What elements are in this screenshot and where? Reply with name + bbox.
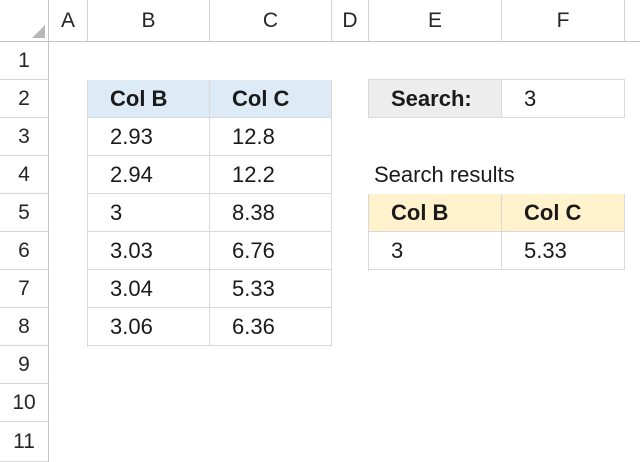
select-all-triangle-icon [32, 25, 45, 38]
column-header-c[interactable]: C [210, 0, 332, 42]
table-cell-c5[interactable]: 8.38 [210, 194, 332, 232]
column-header-d[interactable]: D [332, 0, 369, 42]
row-header-2[interactable]: 2 [0, 80, 49, 118]
column-header-b[interactable]: B [88, 0, 210, 42]
row-header-1[interactable]: 1 [0, 42, 49, 80]
table-cell-b4[interactable]: 2.94 [88, 156, 210, 194]
data-header-col-b[interactable]: Col B [88, 80, 210, 118]
search-value-cell[interactable]: 3 [502, 80, 625, 118]
results-header-col-b[interactable]: Col B [369, 194, 502, 232]
data-header-col-c[interactable]: Col C [210, 80, 332, 118]
row-header-10[interactable]: 10 [0, 384, 49, 422]
row-header-7[interactable]: 7 [0, 270, 49, 308]
select-all-corner[interactable] [0, 0, 49, 42]
table-cell-c8[interactable]: 6.36 [210, 308, 332, 346]
column-header-f[interactable]: F [502, 0, 625, 42]
table-cell-c4[interactable]: 12.2 [210, 156, 332, 194]
row-header-3[interactable]: 3 [0, 118, 49, 156]
table-cell-b3[interactable]: 2.93 [88, 118, 210, 156]
row-header-8[interactable]: 8 [0, 308, 49, 346]
table-cell-c6[interactable]: 6.76 [210, 232, 332, 270]
table-cell-b6[interactable]: 3.03 [88, 232, 210, 270]
row-header-11[interactable]: 11 [0, 422, 49, 462]
column-header-next[interactable] [625, 0, 640, 42]
row-header-9[interactable]: 9 [0, 346, 49, 384]
table-cell-b7[interactable]: 3.04 [88, 270, 210, 308]
search-label: Search: [369, 80, 502, 118]
results-cell-f6[interactable]: 5.33 [502, 232, 625, 270]
table-cell-b8[interactable]: 3.06 [88, 308, 210, 346]
results-cell-e6[interactable]: 3 [369, 232, 502, 270]
search-results-title: Search results [374, 162, 515, 187]
table-cell-c7[interactable]: 5.33 [210, 270, 332, 308]
results-header-col-c[interactable]: Col C [502, 194, 625, 232]
row-header-6[interactable]: 6 [0, 232, 49, 270]
column-header-a[interactable]: A [49, 0, 88, 42]
row-header-5[interactable]: 5 [0, 194, 49, 232]
column-header-e[interactable]: E [369, 0, 502, 42]
table-cell-b5[interactable]: 3 [88, 194, 210, 232]
table-cell-c3[interactable]: 12.8 [210, 118, 332, 156]
row-header-4[interactable]: 4 [0, 156, 49, 194]
